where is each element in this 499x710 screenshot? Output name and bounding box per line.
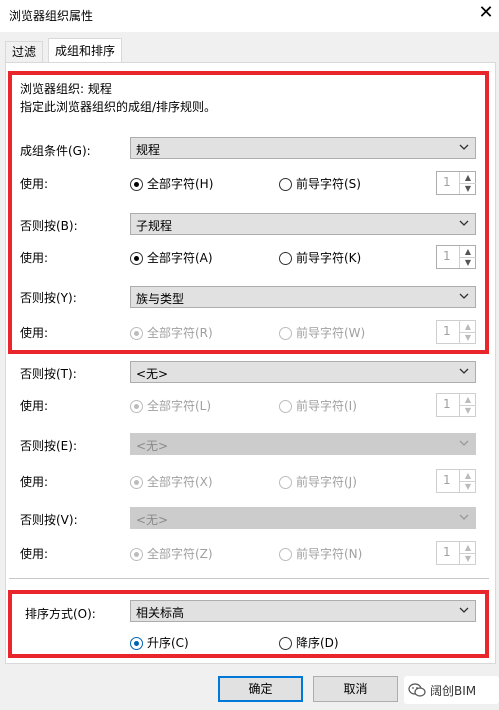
then-by-e-label: 否则按(E):: [20, 439, 77, 453]
then-by-e-select[interactable]: <无>: [130, 433, 476, 455]
all-chars-label: 全部字符(L): [147, 399, 212, 413]
chevron-down-icon: [459, 368, 469, 374]
highlight-frame-grouping: [8, 71, 489, 354]
leading-chars-label: 前导字符(J): [296, 475, 357, 489]
leading-chars-stepper[interactable]: 1 ▲ ▼: [436, 469, 476, 493]
use-label: 使用:: [20, 399, 49, 413]
then-by-t-value: <无>: [136, 367, 169, 381]
all-chars-label: 全部字符(Z): [147, 547, 213, 561]
spin-down-icon[interactable]: ▼: [460, 481, 476, 492]
watermark-text: 阔创BIM: [430, 684, 477, 698]
use-label: 使用:: [20, 547, 49, 561]
then-by-v-select[interactable]: <无>: [130, 507, 476, 529]
all-chars-radio[interactable]: [130, 400, 143, 413]
leading-chars-radio[interactable]: [279, 548, 292, 561]
wechat-logo-icon: [408, 683, 426, 697]
leading-chars-stepper[interactable]: 1 ▲ ▼: [436, 393, 476, 417]
tab-grouping-sorting[interactable]: 成组和排序: [48, 38, 123, 63]
all-chars-label: 全部字符(X): [147, 475, 213, 489]
leading-chars-label: 前导字符(N): [296, 547, 363, 561]
stepper-value: 1: [443, 473, 451, 487]
close-icon[interactable]: ✕: [476, 3, 496, 23]
leading-chars-radio[interactable]: [279, 476, 292, 489]
stepper-value: 1: [443, 397, 451, 411]
window-title: 浏览器组织属性: [9, 9, 94, 23]
divider: [9, 578, 489, 579]
ok-button[interactable]: 确定: [218, 676, 303, 702]
spin-down-icon[interactable]: ▼: [460, 405, 476, 416]
then-by-t-label: 否则按(T):: [20, 367, 77, 381]
all-chars-radio[interactable]: [130, 476, 143, 489]
watermark: 阔创BIM: [404, 676, 499, 704]
cancel-button[interactable]: 取消: [313, 676, 398, 702]
then-by-v-label: 否则按(V):: [20, 513, 78, 527]
chevron-down-icon: [459, 514, 469, 520]
all-chars-radio[interactable]: [130, 548, 143, 561]
leading-chars-label: 前导字符(I): [296, 399, 357, 413]
leading-chars-radio[interactable]: [279, 400, 292, 413]
leading-chars-stepper[interactable]: 1 ▲ ▼: [436, 541, 476, 565]
stepper-value: 1: [443, 545, 451, 559]
then-by-t-select[interactable]: <无>: [130, 361, 476, 383]
use-label: 使用:: [20, 475, 49, 489]
spin-down-icon[interactable]: ▼: [460, 553, 476, 564]
then-by-e-value: <无>: [136, 439, 169, 453]
chevron-down-icon: [459, 440, 469, 446]
tab-filter[interactable]: 过滤: [5, 41, 44, 62]
then-by-v-value: <无>: [136, 513, 169, 527]
highlight-frame-sorting: [8, 590, 489, 658]
